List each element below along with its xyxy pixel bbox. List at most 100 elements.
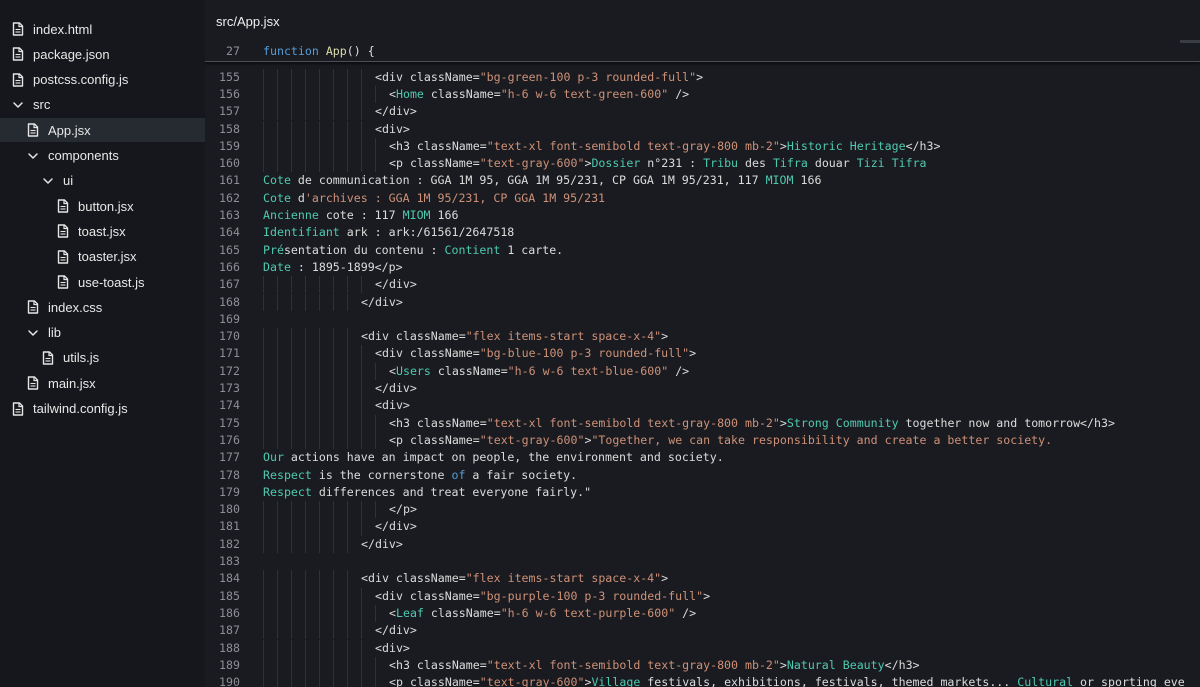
file-item-app-jsx[interactable]: App.jsx: [0, 118, 231, 143]
code-area[interactable]: 27 function App() { 155 <div className="bg-…: [205, 43, 1200, 687]
file-item-main-jsx[interactable]: main.jsx: [0, 371, 231, 395]
file-icon: [11, 401, 25, 417]
line-number: 186: [219, 605, 240, 620]
code-text: Date : 1895-1899</p>: [263, 259, 403, 276]
code-text: Cote d'archives : GGA 1M 95/231, CP GGA …: [263, 190, 605, 207]
code-text: Respect differences and treat everyone f…: [263, 484, 591, 501]
code-line[interactable]: 181 </div>: [205, 518, 1200, 535]
line-number: 180: [219, 502, 240, 517]
code-line[interactable]: 176 <p className="text-gray-600">"Togethe…: [205, 432, 1200, 449]
code-text: <Home className="h-6 w-6 text-green-600"…: [389, 86, 689, 103]
folder-item-lib[interactable]: lib: [0, 321, 231, 345]
code-token: "h-6 w-6 text-blue-600": [507, 363, 669, 378]
file-item-index-css[interactable]: index.css: [0, 295, 231, 319]
code-line[interactable]: 179 Respect differences and treat everyon…: [205, 484, 1200, 501]
code-line[interactable]: 161 Cote de communication : GGA 1M 95, GG…: [205, 172, 1200, 189]
line-number: 184: [219, 571, 240, 586]
line-number: 170: [219, 329, 240, 344]
line-number: 188: [219, 640, 240, 655]
code-line[interactable]: 167 </div>: [205, 276, 1200, 293]
code-line[interactable]: 189 <h3 className="text-xl font-semibold …: [205, 657, 1200, 674]
code-token: Natural Beauty: [786, 657, 885, 672]
code-line[interactable]: 157 </div>: [205, 103, 1200, 120]
code-line[interactable]: 170 <div className="flex items-start spac…: [205, 328, 1200, 345]
code-line[interactable]: 163 Ancienne cote : 117 MIOM 166: [205, 207, 1200, 224]
code-line[interactable]: 168 </div>: [205, 294, 1200, 311]
code-line[interactable]: 184 <div className="flex items-start spac…: [205, 570, 1200, 587]
code-token: festivals, exhibitions, festivals, theme…: [640, 675, 1018, 687]
line-number: 156: [219, 86, 240, 101]
folder-item-src[interactable]: src: [0, 93, 216, 117]
code-token: </div>: [375, 381, 417, 395]
code-token: </div>: [375, 519, 417, 534]
code-line[interactable]: 185 <div className="bg-purple-100 p-3 rou…: [205, 588, 1200, 605]
code-token: <div className=: [375, 346, 480, 361]
code-line[interactable]: 190 <p className="text-gray-600">Village …: [205, 674, 1200, 687]
code-line[interactable]: 187 </div>: [205, 622, 1200, 639]
file-item-package-json[interactable]: package.json: [0, 42, 216, 66]
code-editor: src/App.jsx 27 function App() {155 <div cl…: [205, 0, 1200, 687]
line-number: 171: [219, 346, 240, 361]
code-line[interactable]: 155 <div className="bg-green-100 p-3 roun…: [205, 69, 1200, 86]
code-text: <div className="bg-blue-100 p-3 rounded-…: [375, 345, 696, 362]
line-number: 163: [219, 208, 240, 222]
code-token: <p className=: [389, 675, 480, 687]
chevron-down-icon: [11, 97, 25, 113]
code-line[interactable]: 159 <h3 className="text-xl font-semibold …: [205, 138, 1200, 155]
code-line[interactable]: 162 Cote d'archives : GGA 1M 95/231, CP G…: [205, 190, 1200, 207]
code-text: <Users className="h-6 w-6 text-blue-600"…: [389, 363, 689, 380]
code-token: Pré: [263, 242, 284, 257]
code-line[interactable]: 183: [205, 553, 1200, 570]
code-token: sentation du contenu :: [283, 242, 445, 257]
code-text: <p className="text-gray-600">Dossier n°2…: [389, 155, 927, 172]
code-line[interactable]: 175 <h3 className="text-xl font-semibold …: [205, 415, 1200, 432]
code-token: actions have an impact on people, the en…: [283, 450, 724, 465]
code-token: Cote: [263, 190, 291, 205]
code-line[interactable]: 169: [205, 311, 1200, 328]
code-token: </div>: [361, 536, 403, 551]
folder-item-components[interactable]: components: [0, 144, 231, 168]
line-number: 175: [219, 415, 240, 430]
sticky-scroll-line[interactable]: 27 function App() {: [205, 43, 1200, 62]
code-token: >: [779, 415, 787, 430]
tree-item-label: ui: [63, 173, 74, 189]
code-line[interactable]: 164 Identifiant ark : ark:/61561/2647518: [205, 224, 1200, 241]
chevron-down-icon: [26, 325, 40, 341]
code-line[interactable]: 173 </div>: [205, 380, 1200, 397]
code-line[interactable]: 177 Our actions have an impact on people,…: [205, 449, 1200, 466]
code-line[interactable]: 156 <Home className="h-6 w-6 text-green-6…: [205, 86, 1200, 103]
code-line[interactable]: 174 <div>: [205, 397, 1200, 414]
code-line[interactable]: 178 Respect is the cornerstone of a fair …: [205, 467, 1200, 484]
line-number: 185: [219, 588, 240, 603]
code-text: Ancienne cote : 117 MIOM 166: [263, 207, 458, 224]
code-line[interactable]: 172 <Users className="h-6 w-6 text-blue-6…: [205, 363, 1200, 380]
line-number: 177: [219, 450, 240, 465]
code-text: function App() {: [263, 43, 375, 60]
code-line[interactable]: 186 <Leaf className="h-6 w-6 text-purple-…: [205, 605, 1200, 622]
code-token: App: [325, 44, 347, 58]
file-icon: [11, 21, 25, 37]
code-line[interactable]: 180 </p>: [205, 501, 1200, 518]
file-item-postcss-config-js[interactable]: postcss.config.js: [0, 68, 216, 92]
code-line[interactable]: 166 Date : 1895-1899</p>: [205, 259, 1200, 276]
code-line[interactable]: 160 <p className="text-gray-600">Dossier …: [205, 155, 1200, 172]
line-number: 178: [219, 467, 240, 482]
code-text: </div>: [361, 536, 403, 553]
file-item-tailwind-config-js[interactable]: tailwind.config.js: [0, 397, 216, 421]
code-token: </div>: [375, 104, 417, 119]
code-text: <p className="text-gray-600">Village fes…: [389, 674, 1185, 687]
code-token: is the cornerstone: [311, 467, 452, 482]
code-line[interactable]: 182 </div>: [205, 536, 1200, 553]
code-text: <div>: [375, 121, 410, 138]
file-icon: [41, 350, 55, 366]
code-line[interactable]: 171 <div className="bg-blue-100 p-3 round…: [205, 345, 1200, 362]
code-token: douar: [807, 156, 857, 171]
code-line[interactable]: 158 <div>: [205, 121, 1200, 138]
code-text: Cote de communication : GGA 1M 95, GGA 1…: [263, 172, 821, 189]
file-item-index-html[interactable]: index.html: [0, 17, 216, 41]
code-text: </div>: [375, 380, 417, 397]
line-number: 157: [219, 104, 240, 119]
code-line[interactable]: 188 <div>: [205, 640, 1200, 657]
code-line[interactable]: 165 Présentation du contenu : Contient 1 …: [205, 242, 1200, 259]
tree-item-label: src: [33, 97, 51, 113]
